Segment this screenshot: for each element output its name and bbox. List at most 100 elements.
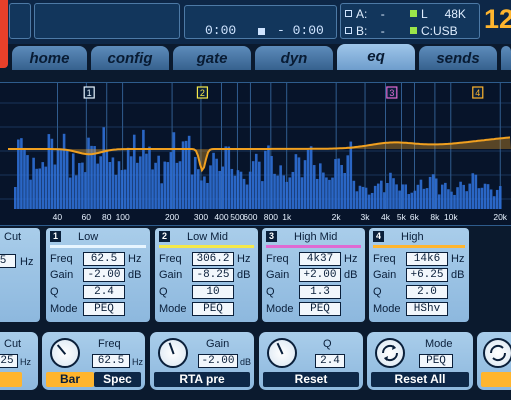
control-freq-title: Freq (98, 338, 121, 350)
rta-bar (401, 184, 404, 209)
rta-bar (193, 156, 197, 209)
reset-button[interactable]: Reset (263, 372, 359, 387)
tab-home[interactable]: home (12, 46, 87, 70)
rta-bar (105, 150, 109, 209)
band-q-value[interactable]: 10 (192, 285, 234, 299)
reset-all-button[interactable]: Reset All (371, 372, 469, 387)
control-cut-value[interactable]: 25 (0, 354, 18, 368)
rta-bar (380, 180, 383, 209)
status-l: L 48K (410, 7, 466, 21)
rta-bar (81, 162, 84, 209)
mode-cycle-icon[interactable] (375, 338, 405, 368)
right-cycle-icon[interactable] (483, 338, 511, 368)
right-partial-button[interactable] (481, 372, 511, 387)
rta-bar (285, 181, 289, 209)
stop-icon[interactable] (258, 28, 265, 35)
band-mode-value[interactable]: PEQ (83, 302, 125, 316)
band-q-label: Q (373, 286, 382, 298)
band-freq-unit: Hz (128, 253, 142, 265)
control-mode-value[interactable]: PEQ (419, 354, 453, 368)
red-side-tab[interactable] (0, 0, 8, 68)
rta-bar (291, 171, 295, 209)
band-marker-label-3: 3 (389, 88, 394, 98)
band-mode-value[interactable]: HShv (406, 302, 448, 316)
status-b-value: - (380, 24, 385, 38)
rta-bar (203, 176, 206, 209)
rta-bar (190, 174, 194, 209)
rta-pre-button[interactable]: RTA pre (154, 372, 250, 387)
rta-bar (346, 155, 350, 209)
rta-bar (483, 183, 487, 209)
band-panel-2: 2 Low Mid Freq 306.2 Hz Gain -8.25 dB Q 10 Mode PEQ (155, 228, 258, 322)
band-q-row: Q 10 (159, 285, 259, 300)
band-panel-4: 4 High Freq 14k6 Hz Gain +6.25 dB Q 2.0 Mode HShv (369, 228, 469, 322)
band-gain-value[interactable]: -8.25 (192, 268, 234, 282)
cut-value[interactable]: 5 (0, 254, 16, 268)
freq-label-200: 200 (165, 212, 179, 222)
rta-bar (459, 181, 462, 209)
band-gain-value[interactable]: -2.00 (83, 268, 125, 282)
band-q-label: Q (266, 286, 275, 298)
band-mode-row: Mode PEQ (50, 302, 150, 317)
rta-bar (492, 196, 496, 209)
rta-bar (172, 132, 176, 209)
gain-knob[interactable] (158, 338, 188, 368)
band-gain-unit: dB (128, 269, 142, 281)
spec-button[interactable]: Spec (94, 372, 141, 387)
q-knob[interactable] (267, 338, 297, 368)
band-number: 2 (159, 231, 170, 242)
rta-bar (294, 154, 298, 209)
freq-knob[interactable] (50, 338, 80, 368)
channel-number: 12 (484, 4, 511, 34)
time-right: - 0:00 (277, 23, 324, 38)
band-freq-label: Freq (373, 253, 396, 265)
freq-label-3k: 3k (361, 212, 371, 222)
control-freq-value[interactable]: 62.5 (92, 354, 130, 368)
band-gain-value[interactable]: +2.00 (299, 268, 341, 282)
rta-bar (389, 172, 392, 209)
band-freq-value[interactable]: 4k37 (299, 252, 341, 266)
freq-label-8k: 8k (430, 212, 440, 222)
band-q-value[interactable]: 1.3 (299, 285, 341, 299)
band-mode-value[interactable]: PEQ (299, 302, 341, 316)
eq-graph-svg[interactable]: 1 2 3 440 60 80 100 200 300 400 500600 800 1k 2k 3k 4k 5… (0, 83, 511, 227)
tab-partial[interactable] (501, 46, 511, 70)
rta-bar (248, 171, 252, 209)
band-q-value[interactable]: 2.0 (406, 285, 448, 299)
control-cut-button[interactable] (0, 372, 22, 387)
control-cut: Cut 25 Hz (0, 332, 38, 390)
tab-gate[interactable]: gate (173, 46, 251, 70)
status-b: B: - (345, 24, 385, 38)
bar-button[interactable]: Bar (46, 372, 94, 387)
rta-bar (349, 141, 353, 209)
band-freq-value[interactable]: 306.2 (192, 252, 234, 266)
band-freq-value[interactable]: 14k6 (406, 252, 448, 266)
control-cut-title: Cut (4, 338, 22, 350)
band-mode-value[interactable]: PEQ (192, 302, 234, 316)
band-freq-value[interactable]: 62.5 (83, 252, 125, 266)
rta-bar (160, 183, 163, 209)
band-number: 4 (373, 231, 384, 242)
rta-bar (218, 170, 221, 209)
rta-bar (331, 177, 334, 209)
tab-eq[interactable]: eq (337, 44, 415, 70)
tab-config[interactable]: config (91, 46, 169, 70)
tab-sends[interactable]: sends (419, 46, 497, 70)
rta-bar (126, 147, 130, 209)
rta-bar (224, 146, 228, 209)
eq-graph[interactable]: 1 2 3 4 40 60 80 100 200 300 400 500 600 800 1k 2k 3k 4k 5… (0, 82, 511, 226)
rta-bar (456, 187, 459, 209)
control-gain-value[interactable]: -2.00 (198, 354, 238, 368)
band-name: Low Mid (187, 231, 228, 243)
rta-bar (328, 179, 331, 209)
rta-bar (145, 153, 148, 209)
band-q-value[interactable]: 2.4 (83, 285, 125, 299)
band-gain-value[interactable]: +6.25 (406, 268, 448, 282)
control-q-value[interactable]: 2.4 (315, 354, 345, 368)
rta-bar (169, 152, 173, 209)
gain-knob-indicator (168, 342, 175, 355)
tab-dyn[interactable]: dyn (255, 46, 333, 70)
rta-bar (297, 157, 301, 209)
rta-bar (38, 168, 41, 209)
rta-bar (68, 177, 72, 209)
